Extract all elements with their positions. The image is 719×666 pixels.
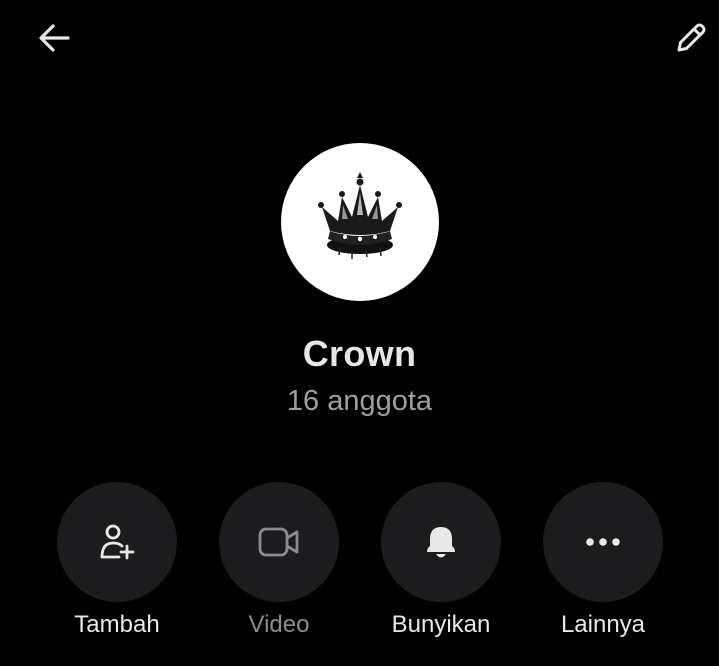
group-avatar[interactable]: [281, 143, 439, 301]
edit-button[interactable]: [667, 14, 715, 62]
group-name: Crown: [302, 333, 417, 374]
video-call-button[interactable]: Video: [204, 482, 354, 639]
video-camera-icon: [258, 527, 299, 557]
action-bar: Tambah Video Bunyikan Lainnya: [0, 482, 719, 652]
add-member-label: Tambah: [74, 611, 160, 638]
more-dots-icon: [586, 538, 620, 546]
add-member-circle[interactable]: [57, 482, 177, 602]
ring-button[interactable]: Bunyikan: [366, 482, 516, 639]
crown-icon: [318, 172, 402, 259]
arrow-left-icon: [39, 24, 70, 52]
ring-circle[interactable]: [381, 482, 501, 602]
add-person-icon: [100, 524, 135, 560]
pencil-icon: [677, 23, 706, 52]
more-button[interactable]: Lainnya: [528, 482, 678, 639]
back-button[interactable]: [30, 14, 78, 62]
video-call-label: Video: [248, 611, 310, 638]
ring-label: Bunyikan: [391, 611, 491, 638]
more-label: Lainnya: [560, 611, 646, 638]
member-count[interactable]: 16 anggota: [0, 385, 719, 418]
video-call-circle[interactable]: [219, 482, 339, 602]
more-circle[interactable]: [543, 482, 663, 602]
add-member-button[interactable]: Tambah: [42, 482, 192, 639]
bell-icon: [427, 527, 455, 558]
